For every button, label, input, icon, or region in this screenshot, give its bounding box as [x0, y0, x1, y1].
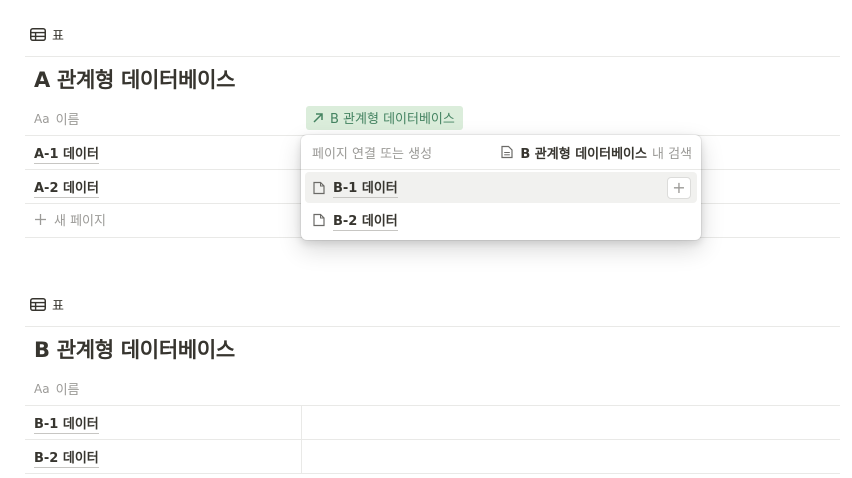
view-tab-label: 표 [52, 29, 64, 44]
add-relation-button[interactable]: + [667, 176, 691, 199]
view-tab-table-a[interactable]: 표 [30, 25, 64, 44]
popup-search-suffix: 내 검색 [651, 146, 692, 162]
relation-popup: 페이지 연결 또는 생성 B 관계형 데이터베이스 내 검색 B-1 데이터 +… [301, 135, 701, 240]
plus-icon [35, 214, 46, 225]
name-column-header-b[interactable]: Aa 이름 [34, 379, 80, 399]
row-title[interactable]: A-1 데이터 [34, 147, 99, 164]
view-tab-table-b[interactable]: 표 [30, 295, 64, 314]
popup-item[interactable]: B-2 데이터 [305, 205, 697, 235]
text-property-icon: Aa [34, 381, 50, 396]
divider [25, 405, 840, 406]
popup-item[interactable]: B-1 데이터 + [305, 172, 697, 203]
table-row[interactable]: A-1 데이터 [34, 143, 99, 164]
page-icon [313, 213, 325, 227]
page-icon [501, 145, 513, 159]
table-icon [30, 298, 46, 311]
divider [301, 169, 701, 170]
new-page-button[interactable]: 새 페이지 [34, 210, 106, 229]
view-tab-label: 표 [52, 299, 64, 314]
relation-column-header[interactable]: B 관계형 데이터베이스 [306, 106, 463, 130]
row-title[interactable]: B-2 데이터 [34, 451, 99, 468]
divider [25, 439, 840, 440]
database-title-a[interactable]: A 관계형 데이터베이스 [34, 64, 235, 94]
column-header-label: 이름 [55, 113, 80, 128]
table-row[interactable]: B-1 데이터 [34, 413, 99, 434]
relation-header-label: B 관계형 데이터베이스 [330, 112, 455, 127]
new-page-label: 새 페이지 [54, 214, 106, 229]
table-icon [30, 28, 46, 41]
database-title-b[interactable]: B 관계형 데이터베이스 [34, 334, 235, 364]
popup-search-input[interactable]: 페이지 연결 또는 생성 [312, 143, 432, 162]
arrow-up-right-icon [313, 112, 323, 123]
row-title[interactable]: A-2 데이터 [34, 181, 99, 198]
column-header-label: 이름 [55, 383, 80, 398]
divider [25, 56, 840, 57]
table-row[interactable]: B-2 데이터 [34, 447, 99, 468]
divider [25, 326, 840, 327]
popup-item-label: B-2 데이터 [333, 210, 398, 231]
popup-search-bar[interactable]: 페이지 연결 또는 생성 B 관계형 데이터베이스 내 검색 [312, 143, 692, 162]
text-property-icon: Aa [34, 111, 50, 126]
popup-target-database: B 관계형 데이터베이스 [520, 146, 647, 162]
table-row[interactable]: A-2 데이터 [34, 177, 99, 198]
page-icon [313, 181, 325, 194]
name-column-header-a[interactable]: Aa 이름 [34, 109, 80, 129]
row-title[interactable]: B-1 데이터 [34, 417, 99, 434]
popup-item-label: B-1 데이터 [333, 177, 398, 198]
divider [25, 473, 840, 474]
